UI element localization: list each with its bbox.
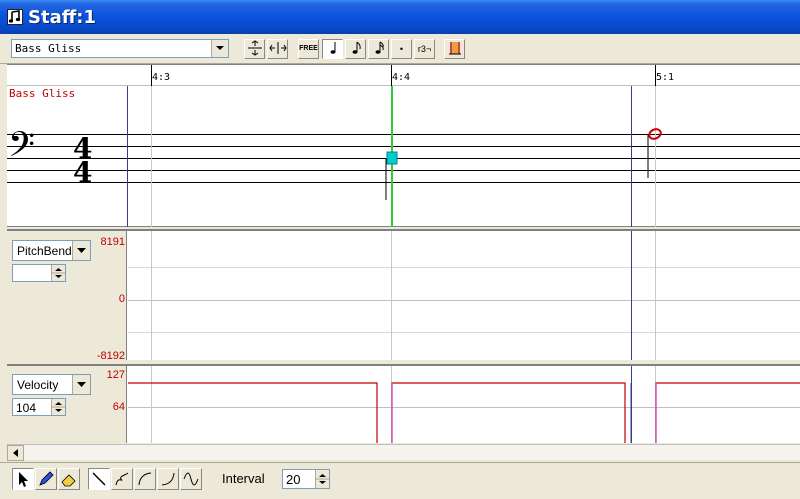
chevron-down-icon[interactable]: [211, 40, 228, 57]
controller-select-pitchbend[interactable]: PitchBend: [12, 240, 91, 261]
pencil-icon: [39, 471, 54, 486]
ruler-tick-label: 5:1: [656, 72, 675, 83]
line-icon: [92, 472, 106, 486]
sixteenth-note-button[interactable]: [368, 39, 389, 59]
expand-horizontal-button[interactable]: [267, 39, 288, 59]
curve-reverse-icon: [161, 472, 175, 486]
interval-label: Interval: [222, 471, 265, 486]
ruler-tick-label: 4:4: [392, 72, 411, 83]
curve-icon: [138, 472, 152, 486]
stepper-arrows-icon[interactable]: [51, 399, 65, 415]
eighth-note-button[interactable]: [345, 39, 366, 59]
measure-ruler[interactable]: 4:3 4:4 5:1: [7, 64, 800, 86]
pitchbend-pane: PitchBend 8191 0 -8192: [7, 229, 800, 362]
staff-line: [7, 134, 800, 135]
curve-tool-button[interactable]: [134, 468, 156, 490]
pitchbend-value-stepper[interactable]: [12, 264, 66, 282]
grid-line: [391, 231, 392, 360]
eraser-tool-button[interactable]: [58, 468, 80, 490]
controller-select-value: Velocity: [17, 378, 59, 392]
freehand-icon: [115, 472, 129, 486]
stepper-arrows-icon[interactable]: [51, 265, 65, 281]
pointer-tool-button[interactable]: [12, 468, 34, 490]
staff-window: Staff:1 Bass Gliss FREE • r3¬ 4:3 4:4 5:…: [0, 0, 800, 499]
time-signature-bottom: 4: [73, 156, 93, 189]
pencil-tool-button[interactable]: [35, 468, 57, 490]
staff-area[interactable]: Bass Gliss 𝄢 4 4: [7, 86, 800, 227]
marker-icon[interactable]: [444, 39, 465, 59]
velocity-pane: Velocity 104 127 64: [7, 364, 800, 443]
pitchbend-controls: PitchBend 8191 0 -8192: [7, 231, 127, 362]
axis-mid-label: 64: [112, 401, 125, 413]
axis-min-label: -8192: [96, 350, 125, 362]
note-selected[interactable]: [377, 144, 407, 204]
ruler-tick-label: 4:3: [152, 72, 171, 83]
free-button[interactable]: FREE: [298, 39, 319, 59]
tools-bar: Interval 20: [0, 462, 800, 499]
grid-line: [655, 231, 656, 360]
grid-line: [128, 267, 800, 268]
note[interactable]: [643, 124, 669, 180]
axis-mid-label: 0: [118, 293, 125, 305]
grid-line: [128, 300, 800, 301]
beat-line: [151, 86, 152, 227]
staff-select-value: Bass Gliss: [15, 42, 82, 55]
curve-reverse-tool-button[interactable]: [157, 468, 179, 490]
interval-stepper[interactable]: 20: [282, 469, 330, 489]
staff-select[interactable]: Bass Gliss: [11, 39, 229, 58]
barline: [631, 86, 632, 227]
dot-button[interactable]: •: [391, 39, 412, 59]
sine-tool-button[interactable]: [180, 468, 202, 490]
stepper-arrows-icon[interactable]: [315, 470, 329, 488]
expand-vertical-button[interactable]: [244, 39, 265, 59]
triplet-button[interactable]: r3¬: [414, 39, 435, 59]
velocity-controls: Velocity 104 127 64: [7, 366, 127, 443]
toolbar: Bass Gliss FREE • r3¬: [0, 34, 800, 64]
pointer-icon: [19, 472, 28, 487]
title-bar[interactable]: Staff:1: [0, 0, 800, 34]
barline: [631, 231, 632, 360]
eraser-icon: [61, 474, 76, 487]
velocity-value: 104: [16, 401, 37, 415]
grid-line: [151, 231, 152, 360]
bass-clef-icon: 𝄢: [8, 124, 36, 173]
horizontal-scrollbar[interactable]: [7, 444, 800, 461]
freehand-tool-button[interactable]: [111, 468, 133, 490]
staff-name: Bass Gliss: [9, 87, 76, 100]
quarter-note-button[interactable]: [322, 39, 343, 59]
barline: [127, 86, 128, 227]
music-note-icon: [7, 9, 23, 25]
axis-max-label: 127: [106, 369, 125, 381]
controller-select-value: PitchBend: [17, 244, 72, 258]
interval-value: 20: [286, 472, 301, 487]
grid-line: [128, 332, 800, 333]
window-title: Staff:1: [28, 7, 97, 28]
velocity-bars[interactable]: [128, 366, 800, 443]
sine-wave-icon: [183, 472, 199, 486]
axis-max-label: 8191: [100, 236, 125, 248]
line-tool-button[interactable]: [88, 468, 110, 490]
velocity-value-stepper[interactable]: 104: [12, 398, 66, 416]
scroll-left-icon[interactable]: [7, 445, 24, 461]
controller-select-velocity[interactable]: Velocity: [12, 374, 91, 395]
